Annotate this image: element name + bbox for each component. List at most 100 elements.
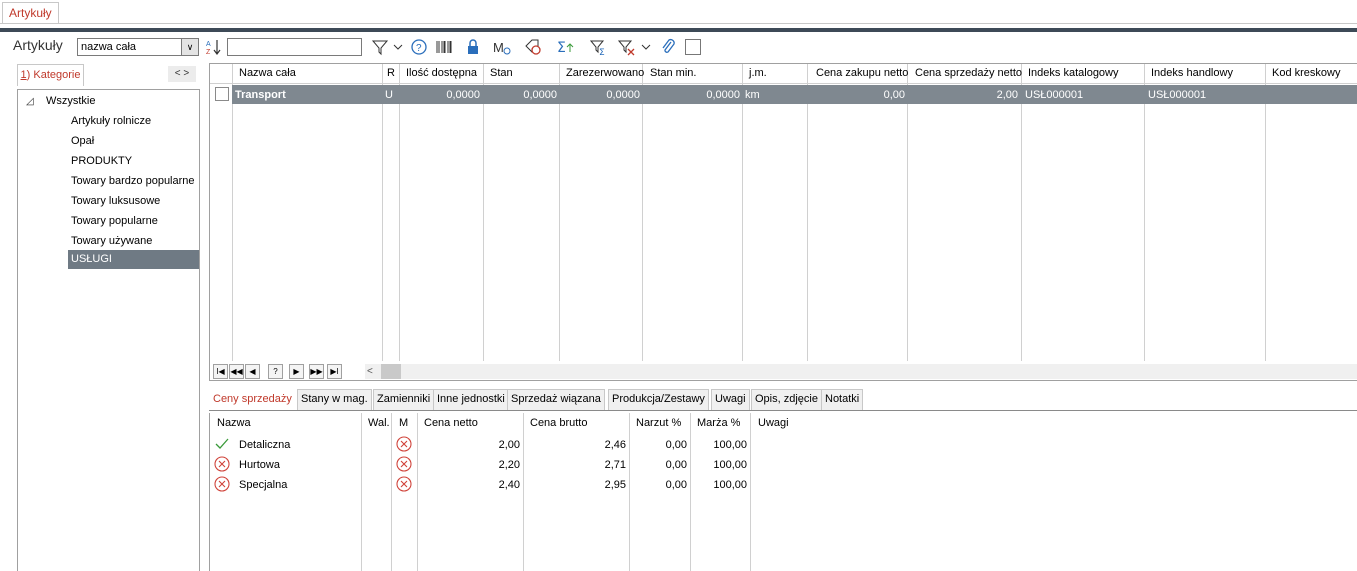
tree-item-towary-bardzo-popularne[interactable]: Towary bardzo popularne (71, 172, 195, 190)
tab-produkcja-zestawy[interactable]: Produkcja/Zestawy (608, 389, 709, 410)
tab-uwagi[interactable]: Uwagi (711, 389, 750, 410)
chevron-down-icon[interactable] (640, 38, 652, 56)
price-netto: 2,40 (498, 479, 520, 491)
collapse-icon[interactable]: ◿ (26, 96, 34, 107)
articles-grid: Nazwa cała R Ilość dostępna Stan Zarezer… (209, 63, 1357, 381)
tab-kategorie-label: ) Kategorie (26, 69, 81, 81)
col-header-kod-kreskowy[interactable]: Kod kreskowy (1272, 67, 1340, 79)
svg-text:?: ? (416, 43, 422, 54)
price-narzut: 0,00 (665, 459, 687, 471)
checkbox-icon[interactable] (684, 38, 702, 56)
tab-stany-w-mag[interactable]: Stany w mag. (297, 389, 372, 410)
tab-sprzedaz-wiazana[interactable]: Sprzedaż wiązana (507, 389, 605, 410)
price-col-cena-netto[interactable]: Cena netto (424, 417, 478, 429)
header-band (0, 28, 1357, 32)
x-circle-icon (396, 476, 412, 495)
chevron-down-icon[interactable] (392, 38, 404, 56)
price-col-cena-brutto[interactable]: Cena brutto (530, 417, 587, 429)
price-name: Detaliczna (239, 439, 291, 451)
price-col-m[interactable]: M (399, 417, 408, 429)
paperclip-icon[interactable] (659, 38, 677, 56)
price-col-narzut[interactable]: Narzut % (636, 417, 681, 429)
window-tab-artykuly[interactable]: Artykuły (2, 2, 59, 24)
chevron-down-icon[interactable]: ∨ (181, 39, 198, 55)
svg-text:Σ: Σ (599, 48, 605, 56)
cell-stan: 0,0000 (523, 89, 557, 101)
scroll-left-icon[interactable]: < (367, 364, 373, 379)
category-tree: ◿ Wszystkie Artykuły rolnicze Opał PRODU… (17, 89, 200, 571)
svg-text:Σ: Σ (557, 40, 566, 56)
nav-first-button[interactable]: I◀ (213, 364, 228, 379)
col-header-stan[interactable]: Stan (490, 67, 513, 79)
col-header-nazwa[interactable]: Nazwa cała (239, 67, 296, 79)
category-tab-scroll[interactable]: < > (168, 66, 196, 82)
tab-inne-jednostki[interactable]: Inne jednostki (433, 389, 509, 410)
cell-zarezerwowano: 0,0000 (606, 89, 640, 101)
svg-text:Z: Z (206, 49, 211, 56)
nav-last-button[interactable]: ▶I (327, 364, 342, 379)
price-narzut: 0,00 (665, 439, 687, 451)
price-name: Specjalna (239, 479, 288, 491)
tab-ceny-sprzedazy[interactable]: Ceny sprzedaży (209, 389, 296, 410)
cell-stan-min: 0,0000 (706, 89, 740, 101)
check-icon (215, 437, 229, 454)
price-netto: 2,20 (498, 459, 520, 471)
price-col-marza[interactable]: Marża % (697, 417, 740, 429)
filter-clear-icon[interactable] (617, 38, 636, 56)
price-brutto: 2,71 (604, 459, 626, 471)
sort-az-icon[interactable]: AZ (205, 38, 223, 56)
prices-grid: Nazwa Wal. M Cena netto Cena brutto Narz… (209, 413, 1357, 571)
help-icon[interactable]: ? (410, 38, 428, 56)
tree-item-towary-luksusowe[interactable]: Towary luksusowe (71, 192, 160, 210)
col-header-stan-min[interactable]: Stan min. (650, 67, 696, 79)
svg-text:A: A (206, 41, 211, 48)
x-circle-icon (214, 476, 230, 495)
tab-zamienniki[interactable]: Zamienniki (373, 389, 435, 410)
scroll-thumb[interactable] (381, 364, 401, 379)
search-mode-value: nazwa cała (81, 41, 137, 53)
tree-item-towary-popularne[interactable]: Towary popularne (71, 212, 158, 230)
panel-title: Artykuły (13, 37, 63, 53)
price-col-wal[interactable]: Wal. (368, 417, 390, 429)
symbol-m-icon[interactable]: M (493, 38, 511, 56)
col-header-jm[interactable]: j.m. (749, 67, 767, 79)
nav-next-page-button[interactable]: ▶▶ (309, 364, 324, 379)
tree-item-produkty[interactable]: PRODUKTY (71, 152, 132, 170)
sum-icon[interactable]: Σ (556, 38, 574, 56)
col-header-zarezerwowano[interactable]: Zarezerwowano (566, 67, 644, 79)
filter-icon[interactable] (371, 38, 389, 56)
filter-sum-icon[interactable]: Σ (589, 38, 608, 58)
horizontal-scrollbar[interactable]: < (365, 364, 1357, 379)
col-header-cena-zakupu[interactable]: Cena zakupu netto (816, 67, 908, 79)
search-mode-select[interactable]: nazwa cała ∨ (77, 38, 199, 56)
col-header-cena-sprzedazy[interactable]: Cena sprzedaży netto (915, 67, 1022, 79)
tree-item-artykuly-rolnicze[interactable]: Artykuły rolnicze (71, 112, 151, 130)
col-header-r[interactable]: R (387, 67, 395, 79)
tree-root[interactable]: ◿ Wszystkie (26, 92, 95, 110)
col-header-ilosc[interactable]: Ilość dostępna (406, 67, 477, 79)
price-col-uwagi[interactable]: Uwagi (758, 417, 789, 429)
search-input[interactable] (227, 38, 362, 56)
tree-item-towary-uzywane[interactable]: Towary używane (71, 232, 152, 250)
nav-prev-page-button[interactable]: ◀◀ (229, 364, 244, 379)
barcode-icon[interactable] (435, 38, 453, 56)
row-select-checkbox[interactable] (215, 87, 229, 101)
tree-item-opal[interactable]: Opał (71, 132, 94, 150)
nav-prev-button[interactable]: ◀ (245, 364, 260, 379)
price-col-nazwa[interactable]: Nazwa (217, 417, 251, 429)
tab-notatki[interactable]: Notatki (821, 389, 864, 410)
lock-icon[interactable] (464, 38, 482, 56)
col-header-indeks-handlowy[interactable]: Indeks handlowy (1151, 67, 1233, 79)
nav-help-button[interactable]: ? (268, 364, 283, 379)
table-row[interactable]: Transport U 0,0000 0,0000 0,0000 0,0000 … (232, 85, 1357, 104)
col-header-indeks-katalogowy[interactable]: Indeks katalogowy (1028, 67, 1119, 79)
x-circle-icon (396, 436, 412, 455)
tab-kategorie[interactable]: 1) Kategorie (17, 64, 84, 86)
price-brutto: 2,46 (604, 439, 626, 451)
nav-next-button[interactable]: ▶ (289, 364, 304, 379)
tree-item-uslugi[interactable]: USŁUGI (68, 250, 199, 269)
tab-divider (0, 23, 1357, 24)
tag-clock-icon[interactable] (524, 38, 542, 56)
price-name: Hurtowa (239, 459, 280, 471)
tab-opis-zdjecie[interactable]: Opis, zdjęcie (751, 389, 822, 410)
